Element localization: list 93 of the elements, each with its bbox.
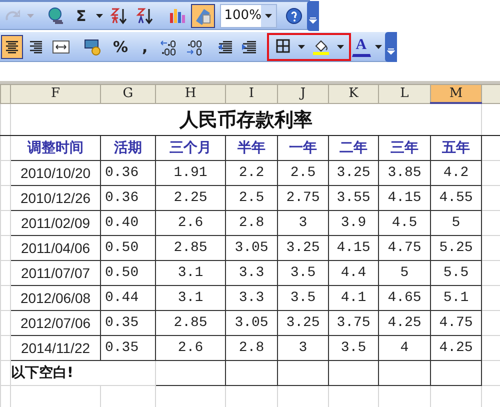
table-cell: 4.65 — [378, 286, 430, 310]
table-cell: 3.5 — [278, 286, 328, 310]
table-cell: 5.1 — [430, 286, 482, 310]
table-cell: 0.36 — [100, 186, 156, 210]
percent-button[interactable]: % — [107, 34, 134, 58]
table-cell: 2012/07/06 — [10, 310, 100, 336]
table-cell: 4.75 — [378, 236, 430, 260]
table-cell: 3.3 — [226, 286, 278, 310]
table-cell: 4 — [378, 336, 430, 360]
table-cell: 4.15 — [378, 186, 430, 210]
drawing-icon[interactable] — [191, 4, 216, 28]
table-cell: 2011/07/07 — [10, 260, 100, 286]
table-cell: 0.50 — [100, 260, 156, 286]
header-cell: 二年 — [328, 136, 378, 160]
table-cell: 3.5 — [328, 336, 378, 360]
table-cell: 2012/06/08 — [10, 286, 100, 310]
toolbar-options-icon[interactable] — [307, 0, 320, 30]
table-cell: 2.6 — [156, 210, 226, 236]
table-cell: 2010/10/20 — [10, 160, 100, 186]
table-cell: 5.5 — [430, 260, 482, 286]
table-cell: 3.55 — [328, 186, 378, 210]
comma-button[interactable]: , — [136, 34, 154, 58]
caret-icon — [265, 14, 272, 18]
table-cell: 2.5 — [278, 160, 328, 186]
column-header[interactable]: M — [430, 84, 482, 103]
header-cell: 一年 — [278, 136, 328, 160]
table-cell: 2011/02/09 — [10, 210, 100, 236]
table-cell: 2.25 — [156, 186, 226, 210]
font-color-button[interactable]: A — [352, 36, 371, 56]
sheet-title: 人民币存款利率 — [180, 108, 312, 130]
table-cell: 3.75 — [328, 310, 378, 336]
table-cell: 0.50 — [100, 236, 156, 260]
table-cell: 2.5 — [226, 186, 278, 210]
table-cell: 3.05 — [226, 310, 278, 336]
table-cell: 3.1 — [156, 286, 226, 310]
header-cell: 三个月 — [156, 136, 226, 160]
column-header[interactable]: J — [278, 84, 328, 103]
table-cell: 2014/11/22 — [10, 336, 100, 360]
header-cell: 活期 — [100, 136, 156, 160]
toolbar-options-icon[interactable] — [384, 32, 397, 62]
table-cell: 0.35 — [100, 336, 156, 360]
table-cell: 0.35 — [100, 310, 156, 336]
align-center-icon[interactable] — [1, 34, 23, 58]
autosum-button[interactable]: Σ — [70, 4, 92, 28]
table-cell: 2.8 — [226, 210, 278, 236]
table-cell: 4.4 — [328, 260, 378, 286]
header-cell: 半年 — [226, 136, 278, 160]
table-cell: 2.8 — [226, 336, 278, 360]
note-text: 以下空白! — [12, 365, 74, 381]
header-cell: 五年 — [430, 136, 482, 160]
header-cell: 三年 — [378, 136, 430, 160]
table-cell: 1.91 — [156, 160, 226, 186]
table-cell: 3.5 — [278, 260, 328, 286]
header-cell: 调整时间 — [10, 136, 100, 160]
table-cell: 4.55 — [430, 186, 482, 210]
table-cell: 3.9 — [328, 210, 378, 236]
table-cell: 3.3 — [226, 260, 278, 286]
column-header[interactable]: L — [378, 84, 430, 103]
table-cell: 2.2 — [226, 160, 278, 186]
table-cell: 3.05 — [226, 236, 278, 260]
table-cell: 4.25 — [378, 310, 430, 336]
table-cell: 2010/12/26 — [10, 186, 100, 210]
table-cell: 3.25 — [278, 236, 328, 260]
table-cell: 4.15 — [328, 236, 378, 260]
table-cell: 2.6 — [156, 336, 226, 360]
table-cell: 4.5 — [378, 210, 430, 236]
table-cell: 5 — [430, 210, 482, 236]
column-header[interactable]: I — [226, 84, 278, 103]
table-cell: 2011/04/06 — [10, 236, 100, 260]
table-cell: 0.44 — [100, 286, 156, 310]
dropdown-button[interactable] — [261, 4, 276, 26]
table-cell: 4.1 — [328, 286, 378, 310]
table-cell: 4.2 — [430, 160, 482, 186]
table-cell: 0.40 — [100, 210, 156, 236]
table-cell: 5 — [378, 260, 430, 286]
table-cell: 2.85 — [156, 310, 226, 336]
table-cell: 3 — [278, 210, 328, 236]
column-header[interactable]: F — [10, 84, 100, 103]
table-cell: 3 — [278, 336, 328, 360]
table-cell: 2.75 — [278, 186, 328, 210]
column-header[interactable]: K — [328, 84, 378, 103]
table-cell: 4.75 — [430, 310, 482, 336]
table-cell: 3.1 — [156, 260, 226, 286]
table-cell: 3.25 — [278, 310, 328, 336]
column-header[interactable]: G — [100, 84, 156, 103]
table-cell: 3.85 — [378, 160, 430, 186]
column-header[interactable]: H — [156, 84, 226, 103]
table-cell: 2.85 — [156, 236, 226, 260]
table-cell: 0.36 — [100, 160, 156, 186]
table-cell: 4.25 — [430, 336, 482, 360]
table-cell: 5.25 — [430, 236, 482, 260]
zoom-field[interactable]: 100% — [220, 4, 278, 28]
table-cell: 3.25 — [328, 160, 378, 186]
